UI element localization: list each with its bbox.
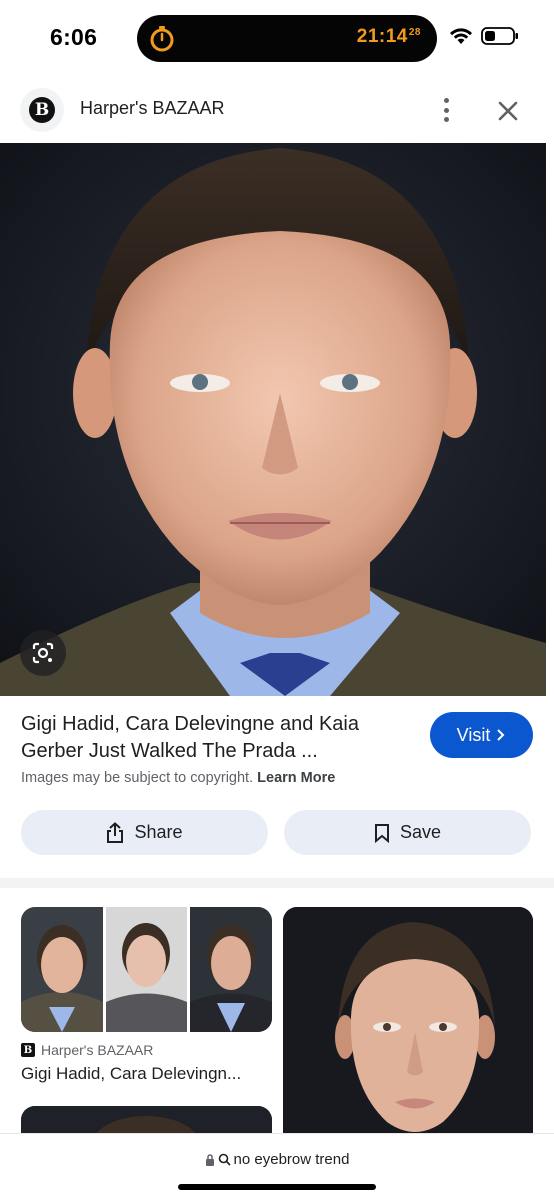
learn-more-link[interactable]: Learn More bbox=[257, 770, 335, 786]
dynamic-island[interactable]: 21:1428 bbox=[137, 15, 437, 62]
share-label: Share bbox=[134, 822, 183, 842]
source-name[interactable]: Harper's BAZAAR bbox=[80, 98, 224, 119]
related-image-card[interactable] bbox=[21, 907, 272, 1032]
mini-source-logo: B bbox=[21, 1043, 35, 1057]
search-query-text: no eyebrow trend bbox=[233, 1151, 350, 1168]
main-image[interactable] bbox=[0, 143, 546, 696]
battery-icon bbox=[481, 27, 518, 45]
share-icon bbox=[107, 821, 124, 843]
home-indicator[interactable] bbox=[178, 1184, 376, 1190]
related-source-name: Harper's BAZAAR bbox=[41, 1042, 154, 1058]
status-bar: 6:06 21:1428 bbox=[0, 0, 554, 76]
close-icon[interactable] bbox=[494, 97, 522, 125]
timer-readout: 21:1428 bbox=[357, 26, 421, 48]
chevron-right-icon bbox=[497, 729, 505, 741]
visit-label: Visit bbox=[456, 724, 491, 745]
related-card-source: B Harper's BAZAAR bbox=[21, 1042, 153, 1058]
status-time: 6:06 bbox=[50, 24, 98, 50]
bookmark-icon bbox=[374, 823, 389, 843]
search-query-bar[interactable]: no eyebrow trend bbox=[0, 1151, 554, 1168]
section-divider bbox=[0, 878, 554, 888]
wifi-icon bbox=[450, 28, 472, 44]
source-header: B Harper's BAZAAR bbox=[0, 82, 554, 142]
source-logo[interactable]: B bbox=[20, 88, 64, 132]
related-card-title[interactable]: Gigi Hadid, Cara Delevingn... bbox=[21, 1064, 272, 1084]
copyright-notice: Images may be subject to copyright. Lear… bbox=[21, 770, 335, 786]
related-image-card-3[interactable] bbox=[283, 907, 533, 1147]
lens-icon bbox=[32, 642, 54, 664]
timer-seconds: 28 bbox=[408, 27, 421, 38]
more-vert-icon[interactable] bbox=[434, 96, 458, 124]
lock-icon bbox=[205, 1153, 214, 1166]
source-logo-letter: B bbox=[29, 97, 55, 123]
visit-button[interactable]: Visit bbox=[430, 712, 533, 758]
search-icon bbox=[218, 1153, 231, 1166]
bottom-search-bar: no eyebrow trend bbox=[0, 1133, 554, 1200]
save-label: Save bbox=[399, 822, 442, 842]
result-title[interactable]: Gigi Hadid, Cara Delevingne and Kaia Ger… bbox=[21, 711, 401, 765]
lens-search-button[interactable] bbox=[20, 630, 66, 676]
copyright-text: Images may be subject to copyright. bbox=[21, 770, 254, 786]
share-button[interactable]: Share bbox=[21, 810, 268, 855]
timer-icon bbox=[150, 26, 174, 52]
save-button[interactable]: Save bbox=[284, 810, 531, 855]
timer-main: 21:14 bbox=[356, 26, 408, 47]
